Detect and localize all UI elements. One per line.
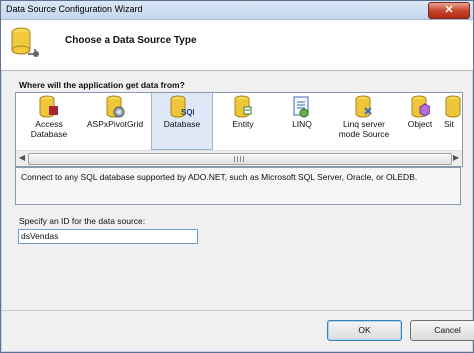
list-item-label: Database (163, 119, 201, 129)
entity-icon (234, 95, 252, 118)
list-item-label: ASPxPivotGrid (86, 119, 144, 129)
scroll-right-arrow-icon[interactable]: ▶ (451, 153, 461, 163)
list-item-site[interactable]: Sit (444, 93, 462, 149)
list-item-linq[interactable]: LINQ (276, 93, 328, 149)
access-database-icon (39, 95, 58, 118)
horizontal-scrollbar[interactable]: ◀ ▶ (16, 150, 462, 166)
list-item-label: Linq server (342, 119, 386, 129)
data-source-icon (11, 27, 39, 57)
list-item-entity[interactable]: Entity (214, 93, 272, 149)
svg-text:SQL: SQL (181, 108, 194, 117)
list-item-label-second-line: mode Source (338, 129, 390, 139)
list-item-aspxpivotgrid[interactable]: ASPxPivotGrid (84, 93, 146, 149)
ok-button[interactable]: OK (327, 320, 402, 341)
close-button[interactable]: ✕ (428, 2, 470, 19)
data-source-type-list[interactable]: Access Database ASPxPivotGrid SQL Databa… (15, 92, 463, 167)
page-title: Choose a Data Source Type (65, 35, 197, 46)
sql-database-icon: SQL (170, 95, 194, 118)
scroll-grip-icon (234, 156, 244, 162)
list-item-object[interactable]: Object (400, 93, 440, 149)
scroll-left-arrow-icon[interactable]: ◀ (17, 153, 27, 163)
list-item-label: Object (407, 119, 433, 129)
list-item-label: LINQ (292, 119, 312, 129)
linq-icon (293, 96, 309, 118)
list-item-label: Entity (232, 119, 254, 129)
site-icon (445, 95, 461, 118)
description-box: Connect to any SQL database supported by… (15, 167, 461, 205)
window-title: Data Source Configuration Wizard (6, 4, 143, 14)
list-item-access-database[interactable]: Access Database (18, 93, 80, 149)
list-item-label: Sit (444, 119, 454, 129)
id-field-label: Specify an ID for the data source: (19, 216, 146, 226)
object-icon (411, 95, 430, 118)
data-source-prompt: Where will the application get data from… (19, 80, 185, 90)
list-item-database[interactable]: SQL Database (151, 93, 213, 150)
data-source-id-input[interactable]: dsVendas (18, 229, 198, 244)
button-separator (1, 310, 473, 311)
cancel-button[interactable]: Cancel (410, 320, 474, 341)
list-item-label: Access Database (30, 119, 68, 139)
wizard-window: Data Source Configuration Wizard ✕ Choos… (0, 0, 474, 353)
aspxpivotgrid-icon (106, 95, 125, 118)
scroll-thumb[interactable] (28, 153, 452, 165)
linq-server-mode-icon (355, 95, 372, 118)
wizard-header: Choose a Data Source Type (1, 20, 473, 71)
list-item-linq-server-mode-source[interactable]: Linq server mode Source (330, 93, 398, 149)
title-bar[interactable]: Data Source Configuration Wizard ✕ (1, 1, 473, 20)
description-text: Connect to any SQL database supported by… (21, 172, 418, 182)
